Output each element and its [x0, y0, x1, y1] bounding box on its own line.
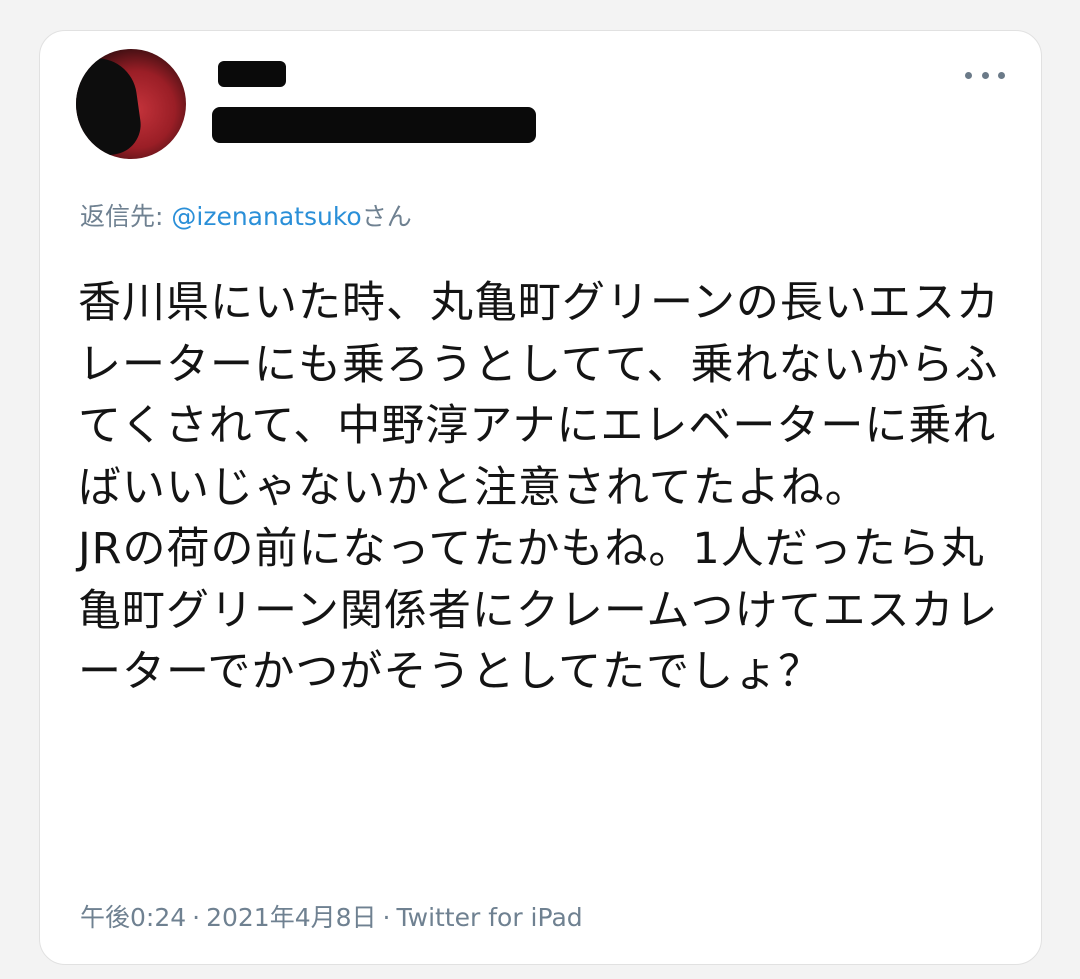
reply-prefix: 返信先:: [80, 202, 172, 231]
meta-separator: ·: [382, 903, 391, 932]
more-options-icon[interactable]: [965, 63, 1005, 87]
tweet-date[interactable]: 2021年4月8日: [206, 903, 376, 932]
reply-to-line: 返信先: @izenanatsukoさん: [80, 197, 412, 233]
display-name-redacted: [218, 61, 286, 87]
tweet-text: 香川県にいた時、丸亀町グリーンの長いエスカレーターにも乗ろうとしてて、乗れないか…: [78, 278, 1000, 697]
dot: [998, 71, 1005, 79]
reply-handle-link[interactable]: @izenanatsuko: [171, 202, 361, 231]
dot: [965, 71, 972, 79]
reply-suffix: さん: [361, 202, 412, 231]
meta-separator: ·: [192, 903, 201, 932]
tweet-card: 返信先: @izenanatsukoさん 香川県にいた時、丸亀町グリーンの長いエ…: [39, 30, 1042, 965]
tweet-meta: 午後0:24 · 2021年4月8日 · Twitter for iPad: [80, 898, 583, 934]
avatar-redaction: [76, 53, 145, 159]
username-redacted: [212, 107, 536, 143]
tweet-time[interactable]: 午後0:24: [80, 903, 186, 932]
dot: [981, 71, 989, 79]
avatar[interactable]: [76, 49, 186, 159]
tweet-source[interactable]: Twitter for iPad: [396, 903, 582, 932]
